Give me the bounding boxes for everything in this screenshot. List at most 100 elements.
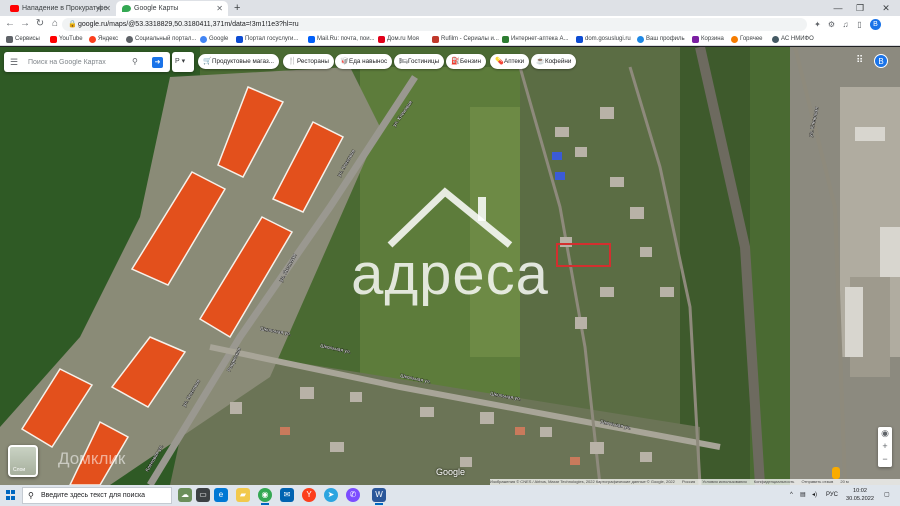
globe-icon — [126, 36, 133, 43]
url-text: google.ru/maps/@53.3318829,50.3180411,37… — [78, 21, 299, 28]
satellite-map[interactable]: ул. Кленовая ул. Кленовая ул. Ясеневая Р… — [0, 47, 900, 485]
minimize-button[interactable]: — — [830, 0, 846, 16]
yandex-browser-icon[interactable]: Y — [302, 488, 316, 502]
bookmark-hot[interactable]: Горячее — [731, 33, 763, 46]
house-icon — [576, 36, 583, 43]
weather-widget-icon[interactable]: ☁ — [178, 488, 192, 502]
tab-youtube[interactable]: Нападение в Прокуратуре ◂) ✕ — [4, 1, 116, 16]
chip-groceries[interactable]: 🛒 Продуктовые магаз... — [198, 54, 280, 69]
back-button[interactable]: ← — [4, 18, 16, 30]
home-button[interactable]: ⌂ — [49, 18, 61, 30]
close-icon[interactable]: ✕ — [104, 1, 111, 16]
edge-icon[interactable]: e — [214, 488, 228, 502]
pegman-icon[interactable] — [832, 467, 840, 479]
language-indicator[interactable]: РУС — [826, 485, 838, 506]
google-icon — [200, 36, 207, 43]
taskbar-search[interactable]: ⚲ Введите здесь текст для поиска — [22, 487, 172, 504]
map-search-input[interactable] — [28, 56, 128, 68]
bookmark-cart[interactable]: Корзина — [692, 33, 724, 46]
adresa-watermark: адреса — [351, 242, 549, 307]
chrome-icon[interactable]: ◉ — [258, 488, 272, 505]
lock-icon[interactable]: 🔒 — [68, 18, 77, 31]
bookmark-youtube[interactable]: YouTube — [50, 33, 83, 46]
terms-link[interactable]: Условия использования — [702, 479, 746, 484]
zoom-out-button[interactable]: − — [878, 453, 892, 466]
reload-button[interactable]: ↻ — [34, 18, 46, 30]
domclick-watermark: Домклик — [58, 449, 126, 468]
cart-icon — [692, 36, 699, 43]
bookmark-domru[interactable]: Дом.ru Моя — [378, 33, 419, 46]
close-icon[interactable]: ✕ — [216, 1, 223, 16]
bookmark-google[interactable]: Google — [200, 33, 228, 46]
search-icon[interactable]: ⚲ — [132, 52, 138, 72]
chip-pharmacies[interactable]: 💊 Аптеки — [490, 54, 530, 69]
yandex-icon — [89, 36, 96, 43]
notifications-icon[interactable]: ▢ — [884, 485, 890, 506]
windows-taskbar: ⚲ Введите здесь текст для поиска ☁ ▭ e ▰… — [0, 485, 900, 506]
chip-coffee[interactable]: ☕ Кофейни — [531, 54, 577, 69]
zoom-control: ◉ + − — [878, 427, 892, 467]
apps-grid-icon[interactable]: ⠿ — [856, 55, 863, 66]
user-icon — [637, 36, 644, 43]
telegram-icon[interactable]: ➤ — [324, 488, 338, 502]
bookmark-dom-gosuslugi[interactable]: dom.gosuslugi.ru — [576, 33, 631, 46]
menu-icon[interactable]: ☰ — [10, 52, 18, 72]
maximize-button[interactable]: ❐ — [852, 0, 868, 16]
bookmark-gosuslugi[interactable]: Портал госуслуги... — [236, 33, 298, 46]
coffee-icon: ☕ — [536, 58, 545, 65]
new-tab-button[interactable]: + — [234, 0, 240, 16]
feedback-link[interactable]: Отправить отзыв — [801, 479, 833, 484]
scale-bar[interactable]: 20 м — [840, 479, 848, 484]
bookmark-yandex[interactable]: Яндекс — [89, 33, 118, 46]
window-close-button[interactable]: ✕ — [878, 0, 894, 16]
viber-icon[interactable]: ✆ — [346, 488, 360, 502]
domru-icon — [378, 36, 385, 43]
volume-icon[interactable]: ◂) — [812, 485, 817, 506]
tray-chevron-icon[interactable]: ^ — [790, 485, 793, 506]
chip-takeout[interactable]: 🥡 Еда навынос — [335, 54, 393, 69]
bookmarks-bar: Сервисы YouTube Яндекс Социальный портал… — [0, 33, 900, 46]
chip-gas[interactable]: ⛽ Бензин — [446, 54, 486, 69]
browser-profile-avatar[interactable]: B — [870, 19, 881, 30]
map-profile-avatar[interactable]: B — [874, 54, 888, 68]
file-explorer-icon[interactable]: ▰ — [236, 488, 250, 502]
address-bar[interactable]: 🔒 google.ru/maps/@53.3318829,50.3180411,… — [62, 18, 807, 31]
compass-icon[interactable]: ◉ — [878, 427, 892, 440]
puzzle-icon[interactable]: ⚙ — [826, 19, 837, 30]
bookmark-mail[interactable]: Mail.Ru: почта, пои... — [308, 33, 375, 46]
chevron-down-icon: ▾ — [179, 58, 186, 65]
privacy-link[interactable]: Конфиденциальность — [754, 479, 795, 484]
gosuslugi-icon — [236, 36, 243, 43]
bookmark-apps[interactable]: Сервисы — [6, 33, 40, 46]
bookmark-profile[interactable]: Ваш профиль — [637, 33, 685, 46]
bookmark-rufilm[interactable]: Rufilm - Сериалы и... — [432, 33, 499, 46]
start-button[interactable] — [6, 490, 16, 500]
layers-button[interactable]: Слои — [8, 445, 38, 477]
clock-date: 30.05.2022 — [846, 496, 874, 502]
chip-hotels[interactable]: 🛏 Гостиницы — [394, 54, 445, 69]
bookmark-social-portal[interactable]: Социальный портал... — [126, 33, 196, 46]
google-logo: Google — [436, 467, 466, 477]
bed-icon: 🛏 — [399, 58, 408, 65]
bookmark-nmifo[interactable]: АС НМИФО — [772, 33, 814, 46]
film-icon — [432, 36, 439, 43]
media-icon[interactable]: ♫ — [840, 19, 851, 30]
globe-icon — [772, 36, 779, 43]
directions-icon[interactable]: ➜ — [152, 57, 163, 68]
chip-restaurants[interactable]: 🍴 Рестораны — [283, 54, 334, 69]
speaker-icon[interactable]: ◂) — [96, 1, 102, 16]
zoom-in-button[interactable]: + — [878, 440, 892, 453]
apps-grid-icon — [6, 36, 13, 43]
forward-button[interactable]: → — [19, 18, 31, 30]
task-view-icon[interactable]: ▭ — [196, 488, 210, 502]
region-link[interactable]: Россия — [682, 479, 695, 484]
bookmark-pharmacy[interactable]: Интернет-аптека А... — [502, 33, 569, 46]
extension-icon[interactable]: ✦ — [812, 19, 823, 30]
clock[interactable]: 10:02 30.05.2022 — [842, 487, 878, 503]
word-icon[interactable]: W — [372, 488, 386, 505]
sidebar-icon[interactable]: ▯ — [854, 19, 865, 30]
mail-app-icon[interactable]: ✉ — [280, 488, 294, 502]
mode-toggle-button[interactable]: Р ▾ — [172, 52, 194, 72]
tab-google-maps[interactable]: Google Карты ✕ — [116, 1, 228, 16]
network-icon[interactable]: ▤ — [800, 485, 806, 506]
